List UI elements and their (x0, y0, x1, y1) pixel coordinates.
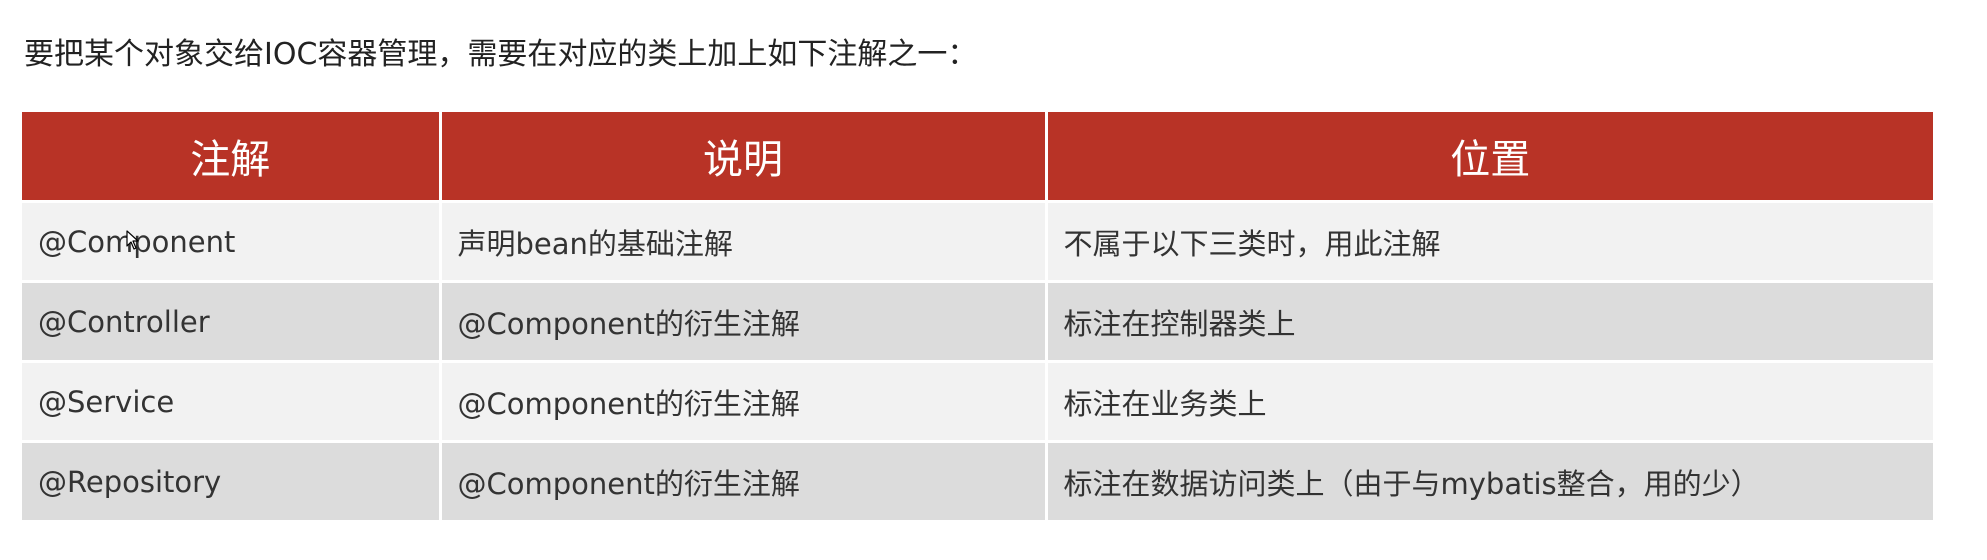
table-row: @Repository @Component的衍生注解 标注在数据访问类上（由于… (22, 440, 1933, 520)
cell-description: 声明bean的基础注解 (440, 200, 1048, 282)
slide-page: 要把某个对象交给IOC容器管理，需要在对应的类上加上如下注解之一： 注解 说明 … (0, 0, 1987, 560)
header-location: 位置 (1046, 112, 1933, 202)
cell-annotation: @Controller (22, 280, 442, 362)
cell-annotation: @Component (22, 200, 442, 282)
cell-annotation: @Service (22, 360, 442, 442)
mouse-pointer-icon (126, 230, 139, 250)
table-row: @Service @Component的衍生注解 标注在业务类上 (22, 360, 1933, 442)
annotation-table: 注解 说明 位置 @Component 声明bean的基础注解 不属于以下三类时… (22, 112, 1933, 520)
table-row: @Component 声明bean的基础注解 不属于以下三类时，用此注解 (22, 200, 1933, 282)
table-row: @Controller @Component的衍生注解 标注在控制器类上 (22, 280, 1933, 362)
cell-location: 标注在控制器类上 (1046, 280, 1933, 362)
cell-description: @Component的衍生注解 (440, 360, 1048, 442)
cell-description: @Component的衍生注解 (440, 280, 1048, 362)
header-description: 说明 (440, 112, 1048, 202)
cell-annotation: @Repository (22, 440, 442, 520)
intro-text: 要把某个对象交给IOC容器管理，需要在对应的类上加上如下注解之一： (24, 37, 978, 72)
cell-description: @Component的衍生注解 (440, 440, 1048, 520)
cell-location: 标注在数据访问类上（由于与mybatis整合，用的少） (1046, 440, 1933, 520)
cell-location: 不属于以下三类时，用此注解 (1046, 200, 1933, 282)
cell-location: 标注在业务类上 (1046, 360, 1933, 442)
header-annotation: 注解 (22, 112, 442, 202)
table-header-row: 注解 说明 位置 (22, 112, 1933, 202)
